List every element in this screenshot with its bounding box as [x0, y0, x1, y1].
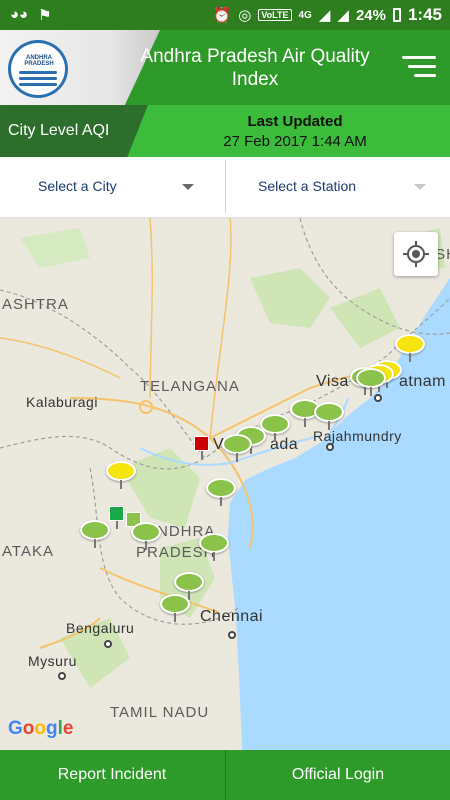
station-select[interactable]: Select a Station: [226, 157, 450, 217]
map-label-mysuru: Mysuru: [28, 653, 77, 669]
google-logo: Google: [8, 718, 74, 739]
aqi-marker-good[interactable]: [174, 572, 204, 600]
android-icon: ⚑: [38, 7, 52, 24]
map-label-chennai: Chennai: [200, 608, 264, 625]
last-updated-label: Last Updated: [247, 113, 343, 130]
city-dot: [104, 640, 112, 648]
aqi-marker-good[interactable]: [199, 533, 229, 561]
crosshair-icon: [403, 241, 429, 267]
incognito-icon: ◕◕: [10, 6, 29, 23]
aqi-marker-good[interactable]: [160, 594, 190, 622]
battery-percent: 24%: [355, 6, 386, 24]
alarm-icon: ⏰: [212, 7, 232, 24]
logo-wave: [19, 83, 57, 86]
aqi-station-severe[interactable]: [194, 436, 209, 459]
last-updated-value: 27 Feb 2017 1:44 AM: [223, 133, 367, 150]
city-dot: [374, 394, 382, 402]
map-label-visakhapatnam-a: Visa: [316, 373, 349, 390]
app-title: Andhra Pradesh Air Quality Index: [140, 46, 370, 90]
hotspot-icon: ◎: [238, 7, 252, 24]
aqi-marker-good[interactable]: [222, 434, 252, 462]
map-label-kalaburagi: Kalaburagi: [26, 394, 98, 410]
map-view[interactable]: ASHTRA TELANGANA Kalaburagi Visa atnam V…: [0, 218, 450, 750]
app-header: ANDHRA PRADESH Andhra Pradesh Air Qualit…: [0, 30, 450, 105]
map-label-rajahmundry: Rajahmundry: [313, 428, 402, 444]
aqi-marker-good[interactable]: [80, 520, 110, 548]
map-label-tamil-nadu: TAMIL NADU: [110, 704, 210, 721]
city-dot: [58, 672, 66, 680]
my-location-button[interactable]: [394, 232, 438, 276]
last-updated: Last Updated 27 Feb 2017 1:44 AM: [150, 113, 440, 150]
battery-icon: [392, 8, 401, 22]
aqi-station-satisfactory[interactable]: [109, 506, 124, 529]
logo-area: ANDHRA PRADESH: [0, 30, 160, 105]
chevron-down-icon: [182, 184, 194, 190]
map-label-ataka: ATAKA: [2, 543, 54, 560]
bottom-bar: Report Incident Official Login: [0, 750, 450, 800]
city-select[interactable]: Select a City: [0, 157, 224, 217]
map-label-telangana: TELANGANA: [140, 378, 240, 395]
aqi-marker-good[interactable]: [131, 522, 161, 550]
city-dot: [228, 631, 236, 639]
filter-row: Select a City Select a Station: [0, 157, 450, 218]
signal-icon: ◢: [318, 7, 331, 24]
aqi-marker-good[interactable]: [314, 402, 344, 430]
volte-badge: VoLTE: [258, 9, 292, 21]
aqi-marker-moderate[interactable]: [395, 334, 425, 362]
signal-icon-2: ◢: [337, 7, 349, 24]
city-select-label: Select a City: [38, 178, 117, 194]
clock: 1:45: [407, 5, 442, 24]
info-bar: City Level AQI Last Updated 27 Feb 2017 …: [0, 105, 450, 157]
map-label-visakhapatnam-b: atnam: [399, 373, 446, 390]
logo-wave: [19, 71, 57, 74]
report-incident-button[interactable]: Report Incident: [0, 750, 224, 800]
logo-wave: [19, 77, 57, 80]
aqi-marker-good[interactable]: [206, 478, 236, 506]
aqi-marker-good[interactable]: [356, 368, 386, 396]
status-bar: ◕◕ ⚑ ⏰ ◎ VoLTE 4G ◢ ◢ 24% 1:45: [0, 0, 450, 30]
official-login-button[interactable]: Official Login: [226, 750, 450, 800]
logo-text: ANDHRA PRADESH: [24, 55, 54, 67]
city-level-aqi-label[interactable]: City Level AQI: [0, 105, 148, 157]
aqi-marker-moderate[interactable]: [106, 461, 136, 489]
station-select-label: Select a Station: [258, 178, 357, 194]
network-type: 4G: [298, 9, 312, 21]
filter-menu-icon[interactable]: [402, 54, 436, 80]
map-label-bengaluru: Bengaluru: [66, 620, 135, 636]
chevron-down-icon: [414, 184, 426, 190]
app-logo: ANDHRA PRADESH: [8, 40, 68, 98]
city-dot: [326, 443, 334, 451]
map-label-ashtra: ASHTRA: [2, 296, 69, 313]
